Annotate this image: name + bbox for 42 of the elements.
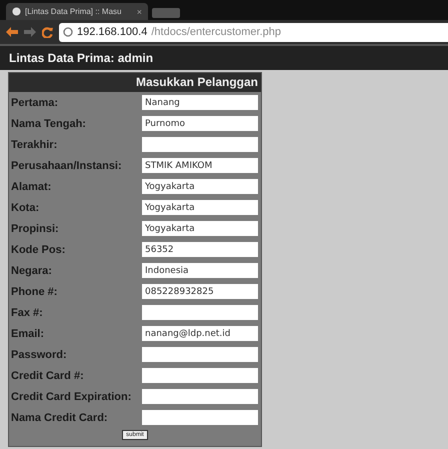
field-label: Password: bbox=[11, 348, 67, 360]
input-field[interactable]: nanang@ldp.net.id bbox=[142, 326, 258, 341]
input-field[interactable]: 56352 bbox=[142, 242, 258, 257]
input-field[interactable] bbox=[142, 305, 258, 320]
field-label: Kota: bbox=[11, 202, 40, 214]
address-field[interactable]: 192.168.100.4 /htdocs/entercustomer.php bbox=[59, 22, 448, 42]
input-field[interactable]: Yogyakarta bbox=[142, 221, 258, 236]
input-field[interactable] bbox=[142, 389, 258, 404]
reload-icon[interactable] bbox=[42, 26, 53, 38]
forward-icon[interactable] bbox=[24, 27, 36, 37]
back-icon[interactable] bbox=[6, 27, 18, 37]
input-field[interactable] bbox=[142, 347, 258, 362]
input-field[interactable]: STMIK AMIKOM bbox=[142, 158, 258, 173]
input-field[interactable]: 085228932825 bbox=[142, 284, 258, 299]
field-label: Credit Card Expiration: bbox=[11, 390, 132, 402]
input-field[interactable]: Yogyakarta bbox=[142, 200, 258, 215]
field-label: Nama Tengah: bbox=[11, 118, 86, 130]
field-label: Credit Card #: bbox=[11, 370, 84, 382]
field-label: Kode Pos: bbox=[11, 244, 66, 256]
input-field[interactable] bbox=[142, 410, 258, 425]
field-label: Propinsi: bbox=[11, 222, 59, 234]
browser-tab[interactable]: [Lintas Data Prima] :: Masu × bbox=[6, 3, 148, 20]
field-label: Negara: bbox=[11, 264, 52, 276]
field-label: Pertama: bbox=[11, 96, 58, 108]
form-title: Masukkan Pelanggan bbox=[9, 73, 261, 92]
field-label: Alamat: bbox=[11, 180, 52, 192]
field-label: Nama Credit Card: bbox=[11, 412, 108, 424]
input-field[interactable] bbox=[142, 368, 258, 383]
field-label: Perusahaan/Instansi: bbox=[11, 160, 122, 172]
input-field[interactable] bbox=[142, 137, 258, 152]
field-label: Phone #: bbox=[11, 286, 58, 298]
input-field[interactable]: Indonesia bbox=[142, 263, 258, 278]
input-field[interactable]: Purnomo bbox=[142, 116, 258, 131]
field-label: Terakhir: bbox=[11, 138, 58, 150]
tab-title: [Lintas Data Prima] :: Masu bbox=[25, 7, 122, 16]
header-title: Lintas Data Prima: admin bbox=[9, 51, 154, 65]
input-field[interactable]: Nanang bbox=[142, 95, 258, 110]
new-tab-button[interactable] bbox=[152, 8, 180, 18]
close-icon[interactable]: × bbox=[136, 6, 142, 16]
field-label: Email: bbox=[11, 328, 44, 340]
field-label: Fax #: bbox=[11, 306, 43, 318]
input-field[interactable]: Yogyakarta bbox=[142, 179, 258, 194]
